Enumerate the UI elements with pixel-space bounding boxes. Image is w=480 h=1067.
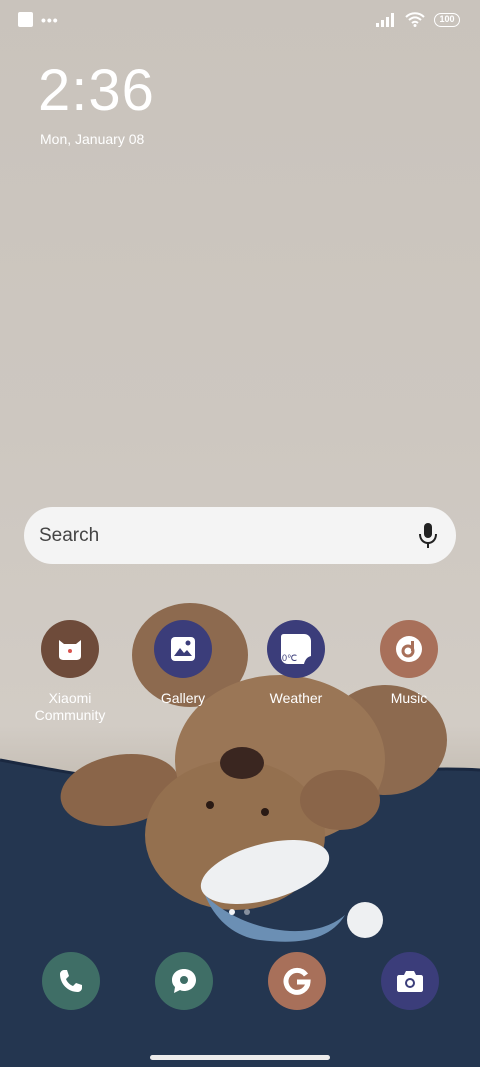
mic-icon[interactable] — [418, 522, 438, 550]
signal-icon — [376, 12, 394, 27]
xiaomi-community-icon[interactable] — [41, 620, 99, 678]
gallery-icon[interactable] — [154, 620, 212, 678]
music-icon[interactable] — [380, 620, 438, 678]
app-label: Weather — [269, 690, 323, 706]
more-dots-icon: ••• — [41, 11, 59, 28]
svg-text:0℃: 0℃ — [282, 653, 297, 663]
app-weather[interactable]: 0℃ Weather — [241, 620, 351, 707]
page-dot-active — [229, 909, 235, 915]
status-bar: ••• 100 — [0, 0, 480, 42]
google-icon[interactable] — [268, 952, 326, 1010]
messages-icon[interactable] — [155, 952, 213, 1010]
search-input[interactable] — [39, 507, 399, 564]
app-label: Music — [390, 690, 428, 706]
clock-date[interactable]: Mon, January 08 — [40, 131, 144, 147]
page-dot — [244, 909, 250, 915]
phone-icon[interactable] — [42, 952, 100, 1010]
home-indicator[interactable] — [150, 1055, 330, 1060]
notification-square-icon — [18, 12, 33, 27]
wifi-icon — [405, 12, 425, 27]
app-xiaomi-community[interactable]: Xiaomi Community — [15, 620, 125, 724]
clock-time[interactable]: 2:36 — [38, 56, 155, 126]
battery-icon: 100 — [434, 12, 460, 27]
search-bar[interactable] — [24, 507, 456, 564]
weather-icon[interactable]: 0℃ — [267, 620, 325, 678]
app-gallery[interactable]: Gallery — [128, 620, 238, 707]
app-label: Gallery — [160, 690, 206, 706]
page-indicator — [229, 909, 250, 915]
camera-icon[interactable] — [381, 952, 439, 1010]
app-music[interactable]: Music — [354, 620, 464, 707]
app-label: Xiaomi Community — [34, 690, 106, 723]
